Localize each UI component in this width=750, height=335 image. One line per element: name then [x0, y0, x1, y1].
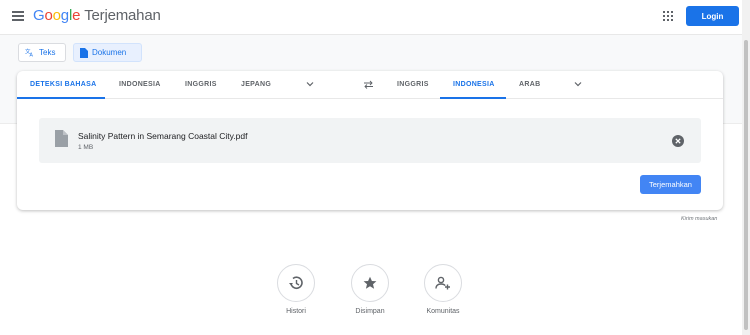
community-label: Komunitas: [426, 308, 460, 315]
logo-letter: e: [72, 7, 81, 24]
history-button[interactable]: [277, 264, 315, 302]
history-icon: [289, 276, 303, 289]
logo[interactable]: Google Terjemahan: [33, 7, 161, 24]
apps-grid-icon[interactable]: [663, 11, 673, 21]
saved-shortcut[interactable]: Disimpan: [340, 264, 400, 315]
saved-button[interactable]: [351, 264, 389, 302]
chevron-down-icon[interactable]: [306, 80, 314, 88]
source-lang-indonesia[interactable]: INDONESIA: [119, 71, 161, 98]
text-mode-button[interactable]: 文A Teks: [18, 43, 66, 62]
star-icon: [363, 276, 377, 289]
target-lang-arab[interactable]: ARAB: [519, 71, 540, 98]
file-size: 1 MB: [78, 144, 94, 151]
logo-letter: o: [52, 7, 61, 24]
close-icon[interactable]: [672, 135, 684, 147]
translation-card: DETEKSI BAHASA INDONESIA INGGRIS JEPANG …: [17, 71, 723, 210]
document-mode-label: Dokumen: [92, 48, 127, 57]
target-lang-inggris[interactable]: INGGRIS: [397, 71, 429, 98]
source-lang-jepang[interactable]: JEPANG: [241, 71, 271, 98]
source-lang-inggris[interactable]: INGGRIS: [185, 71, 217, 98]
menu-icon[interactable]: [12, 11, 24, 21]
saved-label: Disimpan: [355, 308, 385, 315]
swap-languages-icon[interactable]: [363, 80, 374, 89]
target-active-indicator: [440, 97, 506, 99]
file-name: Salinity Pattern in Semarang Coastal Cit…: [78, 131, 248, 141]
translate-button[interactable]: Terjemahkan: [640, 175, 701, 194]
logo-letter: G: [33, 7, 45, 24]
source-active-indicator: [17, 97, 105, 99]
scrollbar-thumb[interactable]: [744, 40, 748, 330]
chevron-down-icon[interactable]: [574, 80, 582, 88]
product-name: Terjemahan: [84, 7, 161, 24]
language-bar: DETEKSI BAHASA INDONESIA INGGRIS JEPANG …: [17, 71, 723, 99]
top-bar: Google Terjemahan Login: [0, 0, 742, 35]
target-lang-indonesia[interactable]: INDONESIA: [453, 71, 495, 98]
logo-letter: o: [44, 7, 53, 24]
text-mode-label: Teks: [39, 48, 56, 57]
source-lang-detect[interactable]: DETEKSI BAHASA: [30, 71, 96, 98]
uploaded-file: Salinity Pattern in Semarang Coastal Cit…: [39, 118, 701, 163]
send-feedback-link[interactable]: Kirim masukan: [681, 216, 717, 222]
svg-text:A: A: [30, 53, 34, 58]
document-mode-button[interactable]: Dokumen: [73, 43, 142, 62]
login-button[interactable]: Login: [686, 6, 739, 26]
document-icon: [80, 47, 88, 58]
history-label: Histori: [286, 308, 306, 315]
file-icon: [55, 130, 68, 147]
translate-icon: 文A: [25, 48, 34, 58]
logo-letter: g: [60, 7, 69, 24]
community-button[interactable]: [424, 264, 462, 302]
community-icon: [435, 276, 450, 290]
history-shortcut[interactable]: Histori: [266, 264, 326, 315]
community-shortcut[interactable]: Komunitas: [413, 264, 473, 315]
